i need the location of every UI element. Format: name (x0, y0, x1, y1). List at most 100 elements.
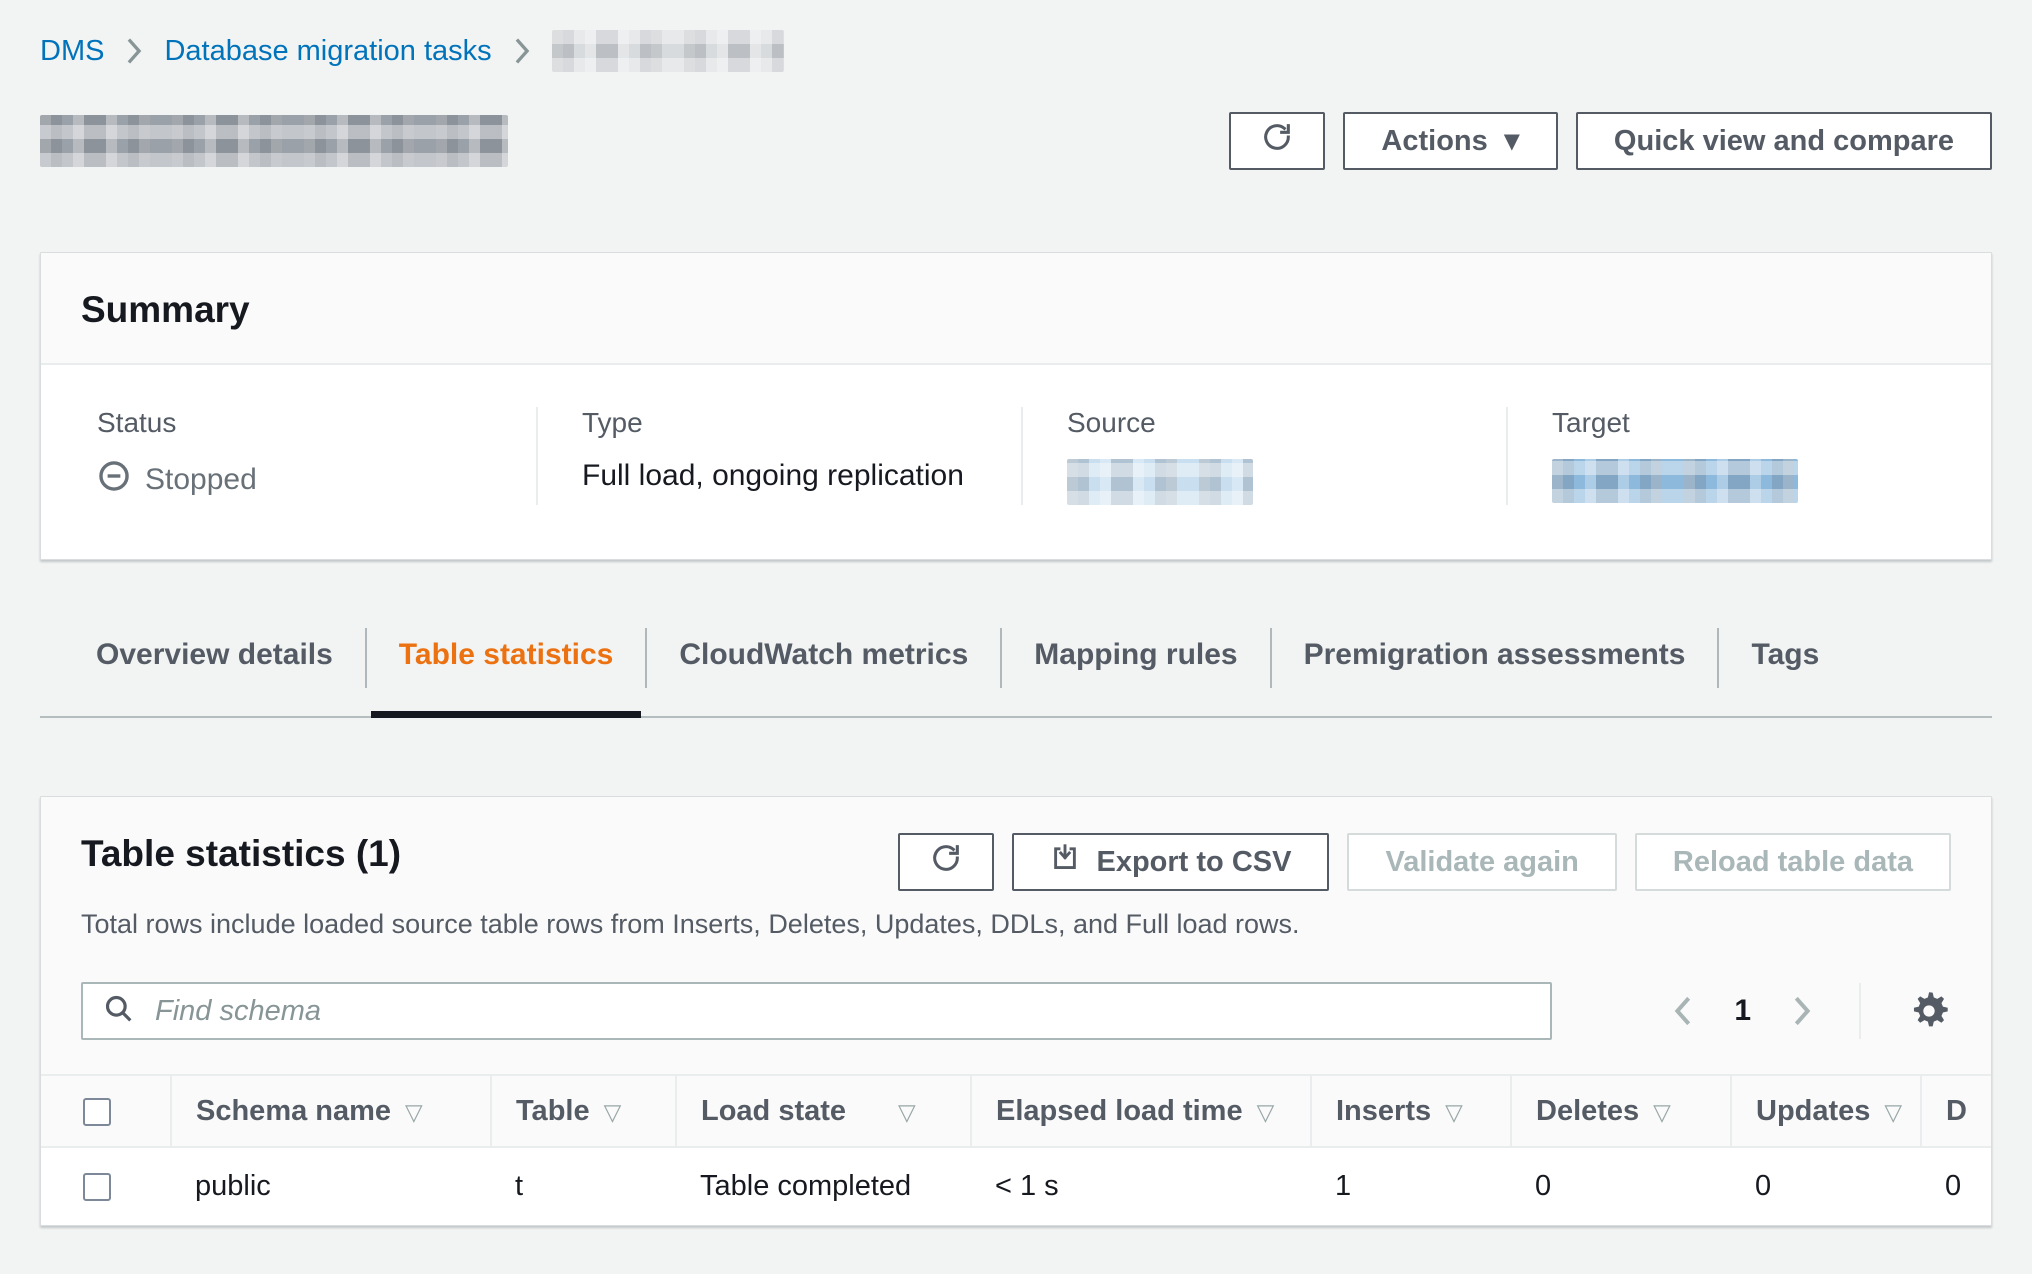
sort-icon: ▽ (405, 1100, 423, 1126)
table-statistics-card: Table statistics (1) Export to CSV (40, 796, 1992, 1226)
column-header-ddls-clipped[interactable]: D (1921, 1075, 1992, 1147)
breadcrumb-current-task-redacted (552, 30, 784, 72)
column-header-elapsed-load-time[interactable]: Elapsed load time ▽ (971, 1075, 1311, 1147)
cell-table: t (491, 1147, 676, 1225)
dms-task-page: DMS Database migration tasks Actions ▼ Q… (0, 0, 2032, 1226)
breadcrumb-dms-link[interactable]: DMS (40, 35, 104, 68)
source-endpoint-link-redacted[interactable] (1067, 459, 1253, 505)
refresh-icon (930, 842, 962, 882)
table-statistics-table: Schema name ▽ Table ▽ Load state ▽ Elapsed … (41, 1074, 1992, 1225)
column-label: Inserts (1336, 1095, 1431, 1127)
reload-table-data-label: Reload table data (1673, 846, 1913, 879)
status-label: Status (97, 407, 506, 439)
schema-search-box (81, 982, 1552, 1040)
column-label: Deletes (1536, 1095, 1639, 1127)
cell-schema-name: public (171, 1147, 491, 1225)
table-toolbar: 1 (81, 982, 1951, 1074)
cell-load-state: Table completed (676, 1147, 971, 1225)
header-actions: Actions ▼ Quick view and compare (1229, 112, 1992, 170)
source-label: Source (1067, 407, 1476, 439)
column-header-schema-name[interactable]: Schema name ▽ (171, 1075, 491, 1147)
cell-deletes: 0 (1511, 1147, 1731, 1225)
toolbar-divider (1859, 983, 1861, 1039)
sort-icon: ▽ (1445, 1100, 1463, 1126)
stopped-status-icon (97, 459, 131, 501)
validate-again-button[interactable]: Validate again (1347, 833, 1616, 891)
previous-page-icon[interactable] (1672, 994, 1694, 1028)
sort-icon: ▽ (898, 1100, 916, 1126)
tab-overview-details[interactable]: Overview details (64, 620, 365, 716)
summary-field-source: Source (1021, 407, 1506, 505)
task-tabs: Overview details Table statistics CloudW… (40, 620, 1992, 718)
column-label: Schema name (196, 1095, 391, 1127)
summary-header: Summary (41, 253, 1991, 365)
next-page-icon[interactable] (1791, 994, 1813, 1028)
reload-table-data-button[interactable]: Reload table data (1635, 833, 1951, 891)
tab-tags[interactable]: Tags (1719, 620, 1851, 716)
column-label: Updates (1756, 1095, 1870, 1127)
column-label: Table (516, 1095, 590, 1127)
type-label: Type (582, 407, 991, 439)
column-header-deletes[interactable]: Deletes ▽ (1511, 1075, 1731, 1147)
table-statistics-description: Total rows include loaded source table r… (81, 909, 1951, 940)
type-value: Full load, ongoing replication (582, 459, 991, 493)
summary-body: Status Stopped Type Full load, ongoing r… (41, 365, 1991, 559)
summary-card: Summary Status Stopped Type Full load, o… (40, 252, 1992, 560)
caret-down-icon: ▼ (1504, 131, 1520, 152)
tab-premigration-assessments[interactable]: Premigration assessments (1272, 620, 1718, 716)
column-header-updates[interactable]: Updates ▽ (1731, 1075, 1921, 1147)
download-icon (1050, 843, 1080, 881)
breadcrumb-chevron-icon (126, 37, 142, 65)
column-header-table[interactable]: Table ▽ (491, 1075, 676, 1147)
sort-icon: ▽ (1653, 1100, 1671, 1126)
cell-inserts: 1 (1311, 1147, 1511, 1225)
table-statistics-header: Table statistics (1) Export to CSV (41, 797, 1991, 1074)
task-name-redacted (40, 115, 508, 167)
column-label: D (1946, 1095, 1967, 1127)
tab-mapping-rules[interactable]: Mapping rules (1002, 620, 1269, 716)
summary-field-status: Status Stopped (41, 407, 536, 505)
column-header-load-state[interactable]: Load state ▽ (676, 1075, 971, 1147)
row-checkbox-cell (41, 1147, 171, 1225)
tab-cloudwatch-metrics[interactable]: CloudWatch metrics (647, 620, 1000, 716)
sort-icon: ▽ (604, 1100, 622, 1126)
settings-gear-icon[interactable] (1907, 989, 1951, 1033)
column-label: Load state (701, 1095, 846, 1127)
schema-search-input[interactable] (153, 994, 1530, 1029)
validate-again-label: Validate again (1385, 846, 1578, 879)
page-header: Actions ▼ Quick view and compare (40, 112, 1992, 170)
table-statistics-actions: Export to CSV Validate again Reload tabl… (898, 833, 1951, 891)
quick-view-compare-button[interactable]: Quick view and compare (1576, 112, 1992, 170)
column-header-inserts[interactable]: Inserts ▽ (1311, 1075, 1511, 1147)
actions-button[interactable]: Actions ▼ (1343, 112, 1558, 170)
table-refresh-button[interactable] (898, 833, 994, 891)
breadcrumb-chevron-icon (514, 37, 530, 65)
cell-ddls-clipped: 0 (1921, 1147, 1992, 1225)
row-checkbox[interactable] (83, 1173, 111, 1201)
actions-button-label: Actions (1381, 125, 1487, 158)
refresh-icon (1261, 121, 1293, 161)
target-label: Target (1552, 407, 1961, 439)
target-endpoint-link-redacted[interactable] (1552, 459, 1798, 503)
table-statistics-title: Table statistics (1) (81, 833, 401, 875)
table-header-row: Schema name ▽ Table ▽ Load state ▽ Elapsed … (41, 1075, 1992, 1147)
current-page-number[interactable]: 1 (1734, 994, 1751, 1028)
summary-title: Summary (81, 289, 1951, 331)
pagination: 1 (1672, 983, 1951, 1039)
column-label: Elapsed load time (996, 1095, 1243, 1127)
sort-icon: ▽ (1884, 1100, 1902, 1126)
status-value: Stopped (145, 463, 257, 497)
cell-updates: 0 (1731, 1147, 1921, 1225)
select-all-checkbox-cell (41, 1075, 171, 1147)
table-row: public t Table completed < 1 s 1 0 0 0 (41, 1147, 1992, 1225)
tab-table-statistics[interactable]: Table statistics (367, 620, 646, 716)
quick-view-compare-label: Quick view and compare (1614, 125, 1954, 158)
select-all-checkbox[interactable] (83, 1098, 111, 1126)
sort-icon: ▽ (1257, 1100, 1275, 1126)
summary-field-target: Target (1506, 407, 1991, 505)
export-to-csv-button[interactable]: Export to CSV (1012, 833, 1329, 891)
breadcrumb-tasks-link[interactable]: Database migration tasks (164, 35, 491, 68)
breadcrumb: DMS Database migration tasks (40, 30, 1992, 72)
summary-field-type: Type Full load, ongoing replication (536, 407, 1021, 505)
refresh-button[interactable] (1229, 112, 1325, 170)
